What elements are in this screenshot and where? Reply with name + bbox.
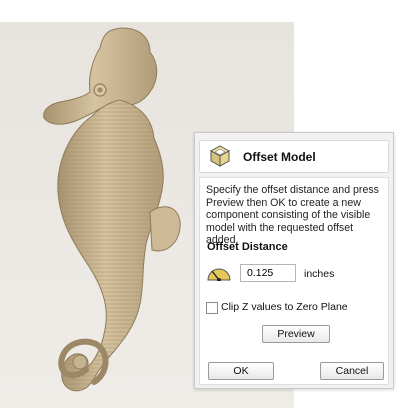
- description-text: Specify the offset distance and press Pr…: [206, 184, 379, 246]
- cancel-button[interactable]: Cancel: [320, 362, 384, 380]
- offset-distance-input[interactable]: [240, 264, 296, 282]
- gauge-icon: [207, 268, 231, 281]
- panel-content: Specify the offset distance and press Pr…: [199, 177, 389, 385]
- ok-button[interactable]: OK: [208, 362, 274, 380]
- offset-model-icon: [209, 145, 231, 167]
- clip-z-checkbox[interactable]: [206, 302, 218, 314]
- panel-title: Offset Model: [243, 150, 316, 164]
- offset-model-panel: Offset Model Specify the offset distance…: [194, 132, 394, 389]
- panel-header: Offset Model: [199, 140, 389, 173]
- preview-button[interactable]: Preview: [262, 325, 330, 343]
- offset-distance-heading: Offset Distance: [207, 241, 288, 253]
- clip-z-label: Clip Z values to Zero Plane: [221, 301, 348, 313]
- units-label: inches: [304, 268, 335, 280]
